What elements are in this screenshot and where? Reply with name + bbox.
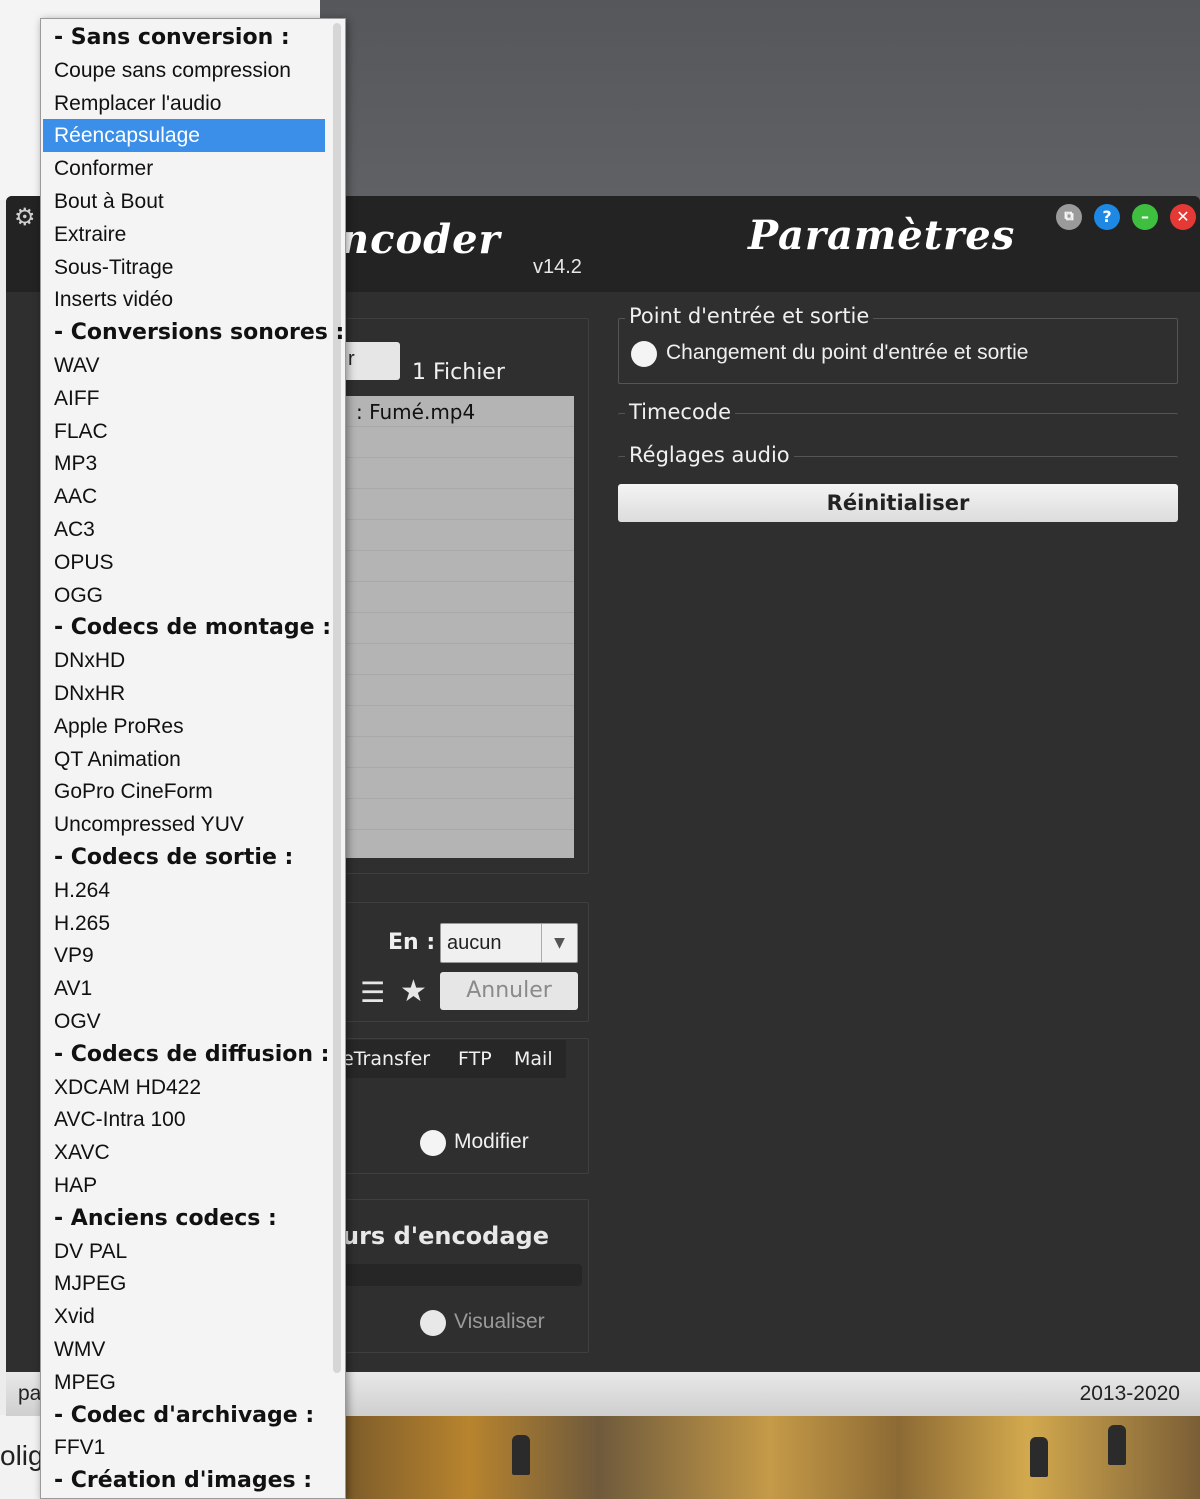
menu-item[interactable]: AAC	[43, 480, 325, 513]
menu-section-header: - Anciens codecs :	[54, 1205, 277, 1231]
minimize-button[interactable]: –	[1132, 204, 1158, 230]
menu-section-header: - Création d'images :	[54, 1468, 313, 1494]
io-change-radio[interactable]	[631, 341, 657, 367]
visualize-label: Visualiser	[454, 1310, 545, 1333]
menu-item[interactable]: FLAC	[43, 415, 325, 448]
menu-item[interactable]: AVC-Intra 100	[43, 1103, 325, 1136]
menu-item[interactable]: Xvid	[43, 1300, 325, 1333]
menu-item[interactable]: AV1	[43, 972, 325, 1005]
menu-item[interactable]: QT Animation	[43, 743, 325, 776]
menu-item[interactable]: VP9	[43, 939, 325, 972]
io-group-title: Point d'entrée et sortie	[625, 304, 874, 328]
preview-title: urs d'encodage	[342, 1222, 549, 1250]
menu-item[interactable]: OGG	[43, 579, 325, 612]
desktop-wallpaper	[340, 1415, 1200, 1499]
help-button[interactable]: ?	[1094, 204, 1120, 230]
menu-item[interactable]: DNxHR	[43, 677, 325, 710]
menu-item[interactable]: Uncompressed YUV	[43, 808, 325, 841]
menu-item[interactable]: Apple ProRes	[43, 710, 325, 743]
menu-item[interactable]: Réencapsulage	[43, 119, 325, 153]
menu-item[interactable]: WAV	[43, 349, 325, 382]
menu-item[interactable]: XAVC	[43, 1136, 325, 1169]
parameters-title: Paramètres	[748, 212, 1016, 259]
io-change-label: Changement du point d'entrée et sortie	[666, 341, 1029, 364]
gear-icon[interactable]: ⚙	[14, 204, 40, 230]
codec-dropdown-menu[interactable]: - Sans conversion : Coupe sans compressio…	[40, 18, 346, 1499]
file-list-item[interactable]: : Fumé.mp4	[356, 400, 475, 424]
copyright-years: 2013-2020	[1079, 1382, 1180, 1405]
open-file-button[interactable]: r	[340, 342, 400, 380]
menu-item[interactable]: Sous-Titrage	[43, 251, 325, 284]
star-icon[interactable]: ★	[400, 974, 427, 1009]
menu-section-header: - Codecs de diffusion :	[54, 1041, 330, 1067]
format-select[interactable]: aucun ▼	[440, 923, 578, 963]
list-icon[interactable]: ☰	[360, 976, 385, 1009]
footer-left-text: pa	[18, 1382, 42, 1405]
menu-item[interactable]: H.264	[43, 874, 325, 907]
menu-item[interactable]: MPEG	[43, 1366, 325, 1399]
menu-section-header: - Codecs de montage :	[54, 615, 332, 641]
menu-item[interactable]: MJPEG	[43, 1267, 325, 1300]
menu-item[interactable]: DNxHD	[43, 644, 325, 677]
chevron-down-icon[interactable]: ▼	[541, 924, 577, 962]
menu-item[interactable]: Coupe sans compression	[43, 54, 325, 87]
lamp-post-decoration	[512, 1435, 530, 1475]
menu-item[interactable]: Remplacer l'audio	[43, 87, 325, 120]
menu-item[interactable]: AIFF	[43, 382, 325, 415]
menu-item[interactable]: AC3	[43, 513, 325, 546]
close-button[interactable]: ✕	[1170, 204, 1196, 230]
menu-item[interactable]: DV PAL	[43, 1235, 325, 1268]
menu-section-header: - Sans conversion :	[54, 25, 290, 50]
menu-section-header: - Codec d'archivage :	[54, 1402, 315, 1428]
menu-item[interactable]: Bout à Bout	[43, 185, 325, 218]
tab-mail[interactable]: Mail	[514, 1048, 553, 1070]
menu-item[interactable]: Extraire	[43, 218, 325, 251]
tab-wetransfer[interactable]: eTransfer	[342, 1048, 430, 1070]
menu-scrollbar[interactable]	[333, 23, 341, 1373]
menu-item[interactable]: FFV1	[43, 1431, 325, 1464]
menu-item[interactable]: HAP	[43, 1169, 325, 1202]
menu-item[interactable]: Conformer	[43, 152, 325, 185]
modify-label: Modifier	[454, 1130, 529, 1153]
tab-ftp[interactable]: FTP	[458, 1048, 492, 1070]
app-name: ncoder	[340, 216, 501, 263]
menu-item[interactable]: OPUS	[43, 546, 325, 579]
menu-item[interactable]: XDCAM HD422	[43, 1071, 325, 1104]
timecode-title[interactable]: Timecode	[625, 400, 736, 424]
encoding-progress-bar	[342, 1264, 582, 1286]
menu-item[interactable]: WMV	[43, 1333, 325, 1366]
reset-button[interactable]: Réinitialiser	[618, 484, 1178, 522]
menu-section-header: - Codecs de sortie :	[54, 845, 294, 870]
menu-item[interactable]: MP3	[43, 447, 325, 480]
modify-radio[interactable]	[420, 1130, 446, 1156]
audio-settings-title[interactable]: Réglages audio	[625, 443, 794, 467]
menu-item[interactable]: GoPro CineForm	[43, 775, 325, 808]
format-select-value: aucun	[447, 932, 502, 954]
file-list[interactable]	[340, 396, 574, 858]
window-mode-button[interactable]: ⧉	[1056, 204, 1082, 230]
menu-item[interactable]: Inserts vidéo	[43, 283, 325, 316]
lamp-post-decoration	[1108, 1425, 1126, 1465]
cancel-button[interactable]: Annuler	[440, 972, 578, 1010]
menu-item[interactable]: OGV	[43, 1005, 325, 1038]
version-label: v14.2	[533, 256, 582, 278]
menu-item[interactable]: H.265	[43, 907, 325, 940]
lamp-post-decoration	[1030, 1437, 1048, 1477]
file-count-label: 1 Fichier	[412, 360, 505, 385]
en-label: En :	[388, 930, 436, 955]
menu-section-header: - Conversions sonores :	[54, 320, 345, 346]
visualize-radio[interactable]	[420, 1310, 446, 1336]
